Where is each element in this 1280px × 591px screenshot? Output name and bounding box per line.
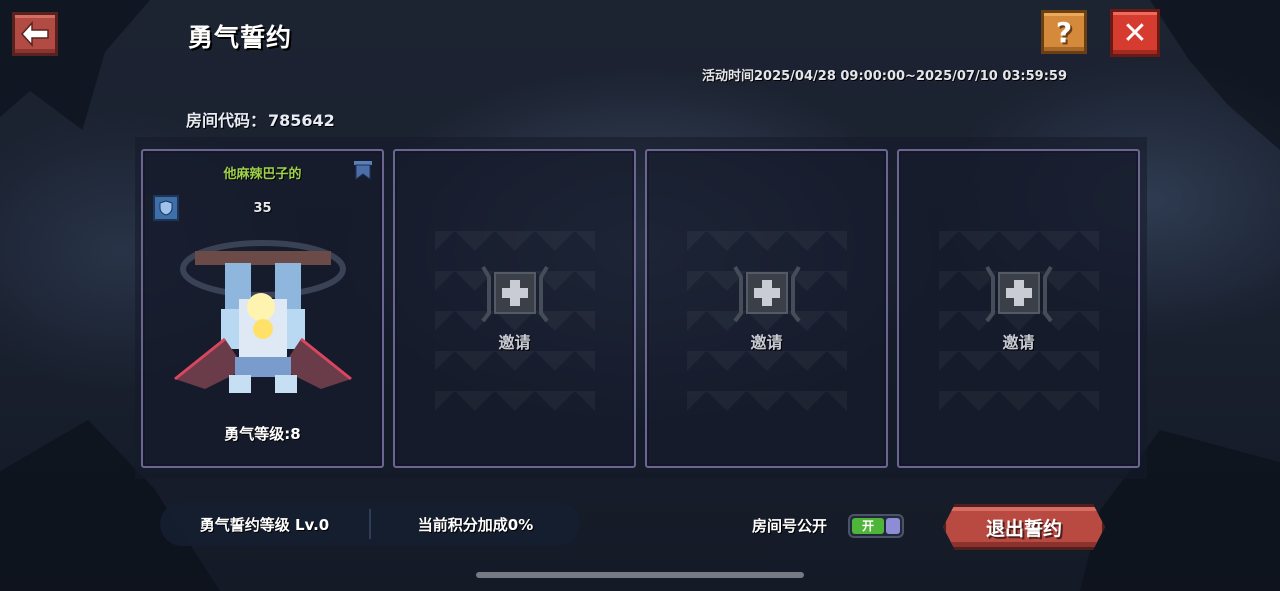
cave-rock-decoration bbox=[1150, 0, 1280, 150]
room-code: 房间代码： 785642 bbox=[186, 107, 335, 131]
party-slot-empty[interactable]: 邀请 bbox=[393, 149, 636, 468]
character-avatar bbox=[174, 240, 352, 393]
invite-label: 邀请 bbox=[1002, 333, 1035, 352]
score-bonus: 当前积分加成0% bbox=[417, 515, 534, 534]
invite-label: 邀请 bbox=[750, 333, 783, 352]
toggle-on-text: 开 bbox=[852, 518, 884, 534]
back-button[interactable] bbox=[12, 12, 58, 56]
player-name: 他麻辣巴子的 bbox=[223, 167, 302, 182]
arrow-left-icon bbox=[20, 21, 49, 47]
toggle-knob bbox=[886, 518, 900, 534]
event-time: 活动时间2025/04/28 09:00:00~2025/07/10 03:59… bbox=[702, 69, 1068, 84]
invite-group[interactable]: 邀请 bbox=[395, 263, 634, 353]
add-member-icon bbox=[480, 265, 549, 323]
party-slot-empty[interactable]: 邀请 bbox=[645, 149, 888, 468]
room-code-label: 房间代码： bbox=[186, 111, 267, 130]
exit-oath-button[interactable]: 退出誓约 bbox=[943, 504, 1105, 550]
add-member-icon bbox=[984, 265, 1053, 323]
invite-group[interactable]: 邀请 bbox=[899, 263, 1138, 353]
room-public-toggle[interactable]: 开 bbox=[848, 514, 904, 538]
close-button[interactable]: ✕ bbox=[1110, 9, 1160, 57]
player-level: 35 bbox=[253, 201, 272, 216]
home-indicator[interactable] bbox=[476, 572, 804, 578]
party-slot-empty[interactable]: 邀请 bbox=[897, 149, 1140, 468]
close-icon: ✕ bbox=[1122, 15, 1148, 51]
invite-group[interactable]: 邀请 bbox=[647, 263, 886, 353]
room-public-label: 房间号公开 bbox=[752, 517, 828, 535]
invite-label: 邀请 bbox=[498, 333, 531, 352]
flag-icon bbox=[354, 161, 372, 180]
add-member-icon bbox=[732, 265, 801, 323]
room-code-value: 785642 bbox=[268, 111, 335, 130]
oath-level: 勇气誓约等级 Lv.0 bbox=[199, 515, 330, 534]
help-button[interactable]: ? bbox=[1041, 10, 1087, 54]
party-slot-player[interactable]: 他麻辣巴子的 35 勇气等级:8 bbox=[141, 149, 384, 468]
oath-info-bar: 勇气誓约等级 Lv.0 当前积分加成0% bbox=[160, 502, 580, 546]
courage-level: 勇气等级:8 bbox=[224, 425, 301, 443]
page-title: 勇气誓约 bbox=[188, 23, 293, 52]
question-mark-icon: ? bbox=[1055, 15, 1073, 49]
